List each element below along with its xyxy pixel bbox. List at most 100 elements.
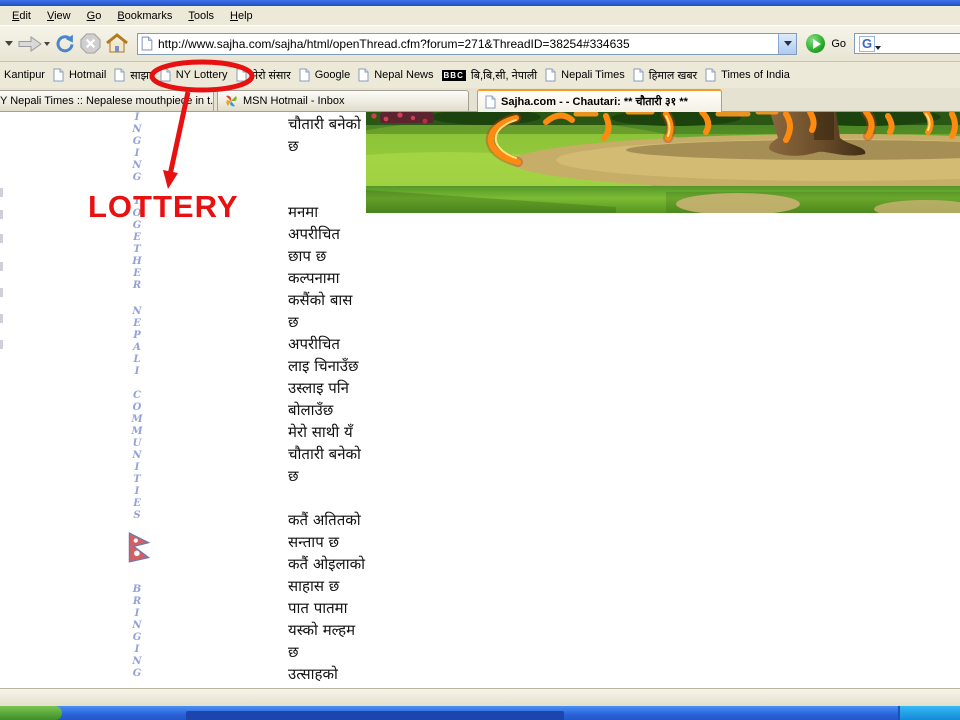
poem-line: कतैं ओइलाको <box>288 553 365 575</box>
tab-sajha-active[interactable]: Sajha.com - - Chautari: ** चौतारी ३१ ** <box>477 89 722 112</box>
banner-letter: L <box>126 354 148 366</box>
poem-line <box>288 157 365 179</box>
poem-line: कतैं अतितको <box>288 509 365 531</box>
banner-letter: G <box>126 632 148 644</box>
menu-item-go[interactable]: Go <box>79 8 110 24</box>
go-button[interactable] <box>806 34 825 53</box>
poem-line: साहास छ <box>288 575 365 597</box>
poem-line: मनमा <box>288 201 365 223</box>
page-icon <box>114 68 125 82</box>
banner-letter: I <box>126 608 148 620</box>
bookmark-label: बि,बि,सी, नेपाली <box>471 68 537 83</box>
browser-window: EditViewGoBookmarksToolsHelp <box>0 0 960 720</box>
google-dropdown-icon[interactable] <box>875 46 881 50</box>
banner-segment-nepali: NEPALI <box>126 306 148 378</box>
poem-line: मेरो साथी यँ <box>288 421 365 443</box>
page-icon <box>545 68 556 82</box>
banner-letter: E <box>126 268 148 280</box>
bookmark-ny-lottery[interactable]: NY Lottery <box>156 66 232 84</box>
poem-line: चौतारी बनेको <box>288 113 365 135</box>
poem-line: कसैंको बास <box>288 289 365 311</box>
banner-letter: N <box>126 450 148 462</box>
reload-button[interactable] <box>54 33 76 54</box>
bookmark-google[interactable]: Google <box>295 66 354 84</box>
bookmark-label: हिमाल खबर <box>649 68 697 83</box>
page-icon <box>358 68 369 82</box>
menu-item-view[interactable]: View <box>39 8 79 24</box>
poem-line: उस्लाइ पनि <box>288 377 365 399</box>
bookmark--[interactable]: हिमाल खबर <box>629 66 701 85</box>
poem-line: चौतारी बनेको <box>288 443 365 465</box>
poem-line: अपरीचित <box>288 223 365 245</box>
banner-letter: U <box>126 438 148 450</box>
banner-letter: G <box>126 172 148 184</box>
url-bar[interactable]: http://www.sajha.com/sajha/html/openThre… <box>137 33 797 55</box>
bookmark--[interactable]: BBCबि,बि,सी, नेपाली <box>438 66 542 85</box>
banner-letter: I <box>126 644 148 656</box>
banner-letter: E <box>126 498 148 510</box>
tab-nepali-times[interactable]: Y Nepali Times :: Nepalese mouthpiece in… <box>0 90 214 111</box>
bookmark--[interactable]: साझा <box>110 66 155 85</box>
bookmark-label: NY Lottery <box>176 69 228 81</box>
banner-letter: N <box>126 160 148 172</box>
forward-button[interactable] <box>17 35 50 53</box>
clipped-mark <box>0 262 3 271</box>
poem-line: छ <box>288 641 365 663</box>
menu-item-bookmarks[interactable]: Bookmarks <box>109 8 180 24</box>
bookmark-hotmail[interactable]: Hotmail <box>49 66 110 84</box>
google-search-box[interactable]: G <box>854 33 960 54</box>
navigation-toolbar: http://www.sajha.com/sajha/html/openThre… <box>0 25 960 62</box>
url-input[interactable]: http://www.sajha.com/sajha/html/openThre… <box>158 37 778 51</box>
banner-letter: B <box>126 584 148 596</box>
banner-letter: T <box>126 244 148 256</box>
page-icon <box>299 68 310 82</box>
annotation-lottery-label: LOTTERY <box>88 189 239 225</box>
bookmark-nepal-news[interactable]: Nepal News <box>354 66 437 84</box>
tab-msn-hotmail[interactable]: MSN Hotmail - Inbox <box>217 90 469 111</box>
stop-button[interactable] <box>80 33 101 54</box>
banner-letter: E <box>126 232 148 244</box>
page-icon <box>485 95 496 109</box>
banner-letter: G <box>126 668 148 680</box>
poem-line: छ <box>288 311 365 333</box>
banner-letter: I <box>126 148 148 160</box>
banner-segment-inging: INGING <box>126 112 148 184</box>
bookmark-nepali-times[interactable]: Nepali Times <box>541 66 629 84</box>
banner-letter: I <box>126 366 148 378</box>
go-button-label[interactable]: Go <box>831 38 846 50</box>
banner-letter: N <box>126 306 148 318</box>
status-bar <box>0 688 960 706</box>
bookmark-label: Nepali Times <box>561 69 625 81</box>
forward-dropdown-icon[interactable] <box>44 42 50 46</box>
taskbar-window-button[interactable] <box>186 711 564 720</box>
bookmark-kantipur[interactable]: Kantipur <box>0 66 49 84</box>
start-button[interactable] <box>0 706 62 720</box>
banner-letter: N <box>126 124 148 136</box>
tab-title: Sajha.com - - Chautari: ** चौतारी ३१ ** <box>501 94 688 109</box>
banner-letter: N <box>126 656 148 668</box>
clipped-mark <box>0 188 3 197</box>
menu-item-edit[interactable]: Edit <box>4 8 39 24</box>
page-icon <box>53 68 64 82</box>
clipped-mark <box>0 288 3 297</box>
bookmark--[interactable]: मेरो संसार <box>232 66 295 85</box>
banner-letter: N <box>126 620 148 632</box>
banner-letter: I <box>126 486 148 498</box>
home-button[interactable] <box>105 33 129 54</box>
page-icon <box>141 36 153 51</box>
bookmark-label: Google <box>315 69 350 81</box>
bookmark-label: Kantipur <box>4 69 45 81</box>
banner-letter: I <box>126 112 148 124</box>
google-logo-icon[interactable]: G <box>859 36 875 52</box>
bookmarks-toolbar: Kantipur Hotmailसाझा NY Lottery मेरो संसार G… <box>0 62 960 88</box>
bookmark-times-of-india[interactable]: Times of India <box>701 66 794 84</box>
poem-text: चौतारी बनेकोछमनमाअपरीचितछाप छकल्पनामाकसै… <box>288 113 365 685</box>
banner-letter: S <box>126 510 148 522</box>
menu-item-help[interactable]: Help <box>222 8 261 24</box>
menu-item-tools[interactable]: Tools <box>180 8 222 24</box>
banner-letter: T <box>126 474 148 486</box>
url-dropdown-button[interactable] <box>778 34 796 54</box>
windows-taskbar <box>0 706 960 720</box>
back-dropdown-icon[interactable] <box>5 41 13 46</box>
stop-icon <box>80 33 101 54</box>
